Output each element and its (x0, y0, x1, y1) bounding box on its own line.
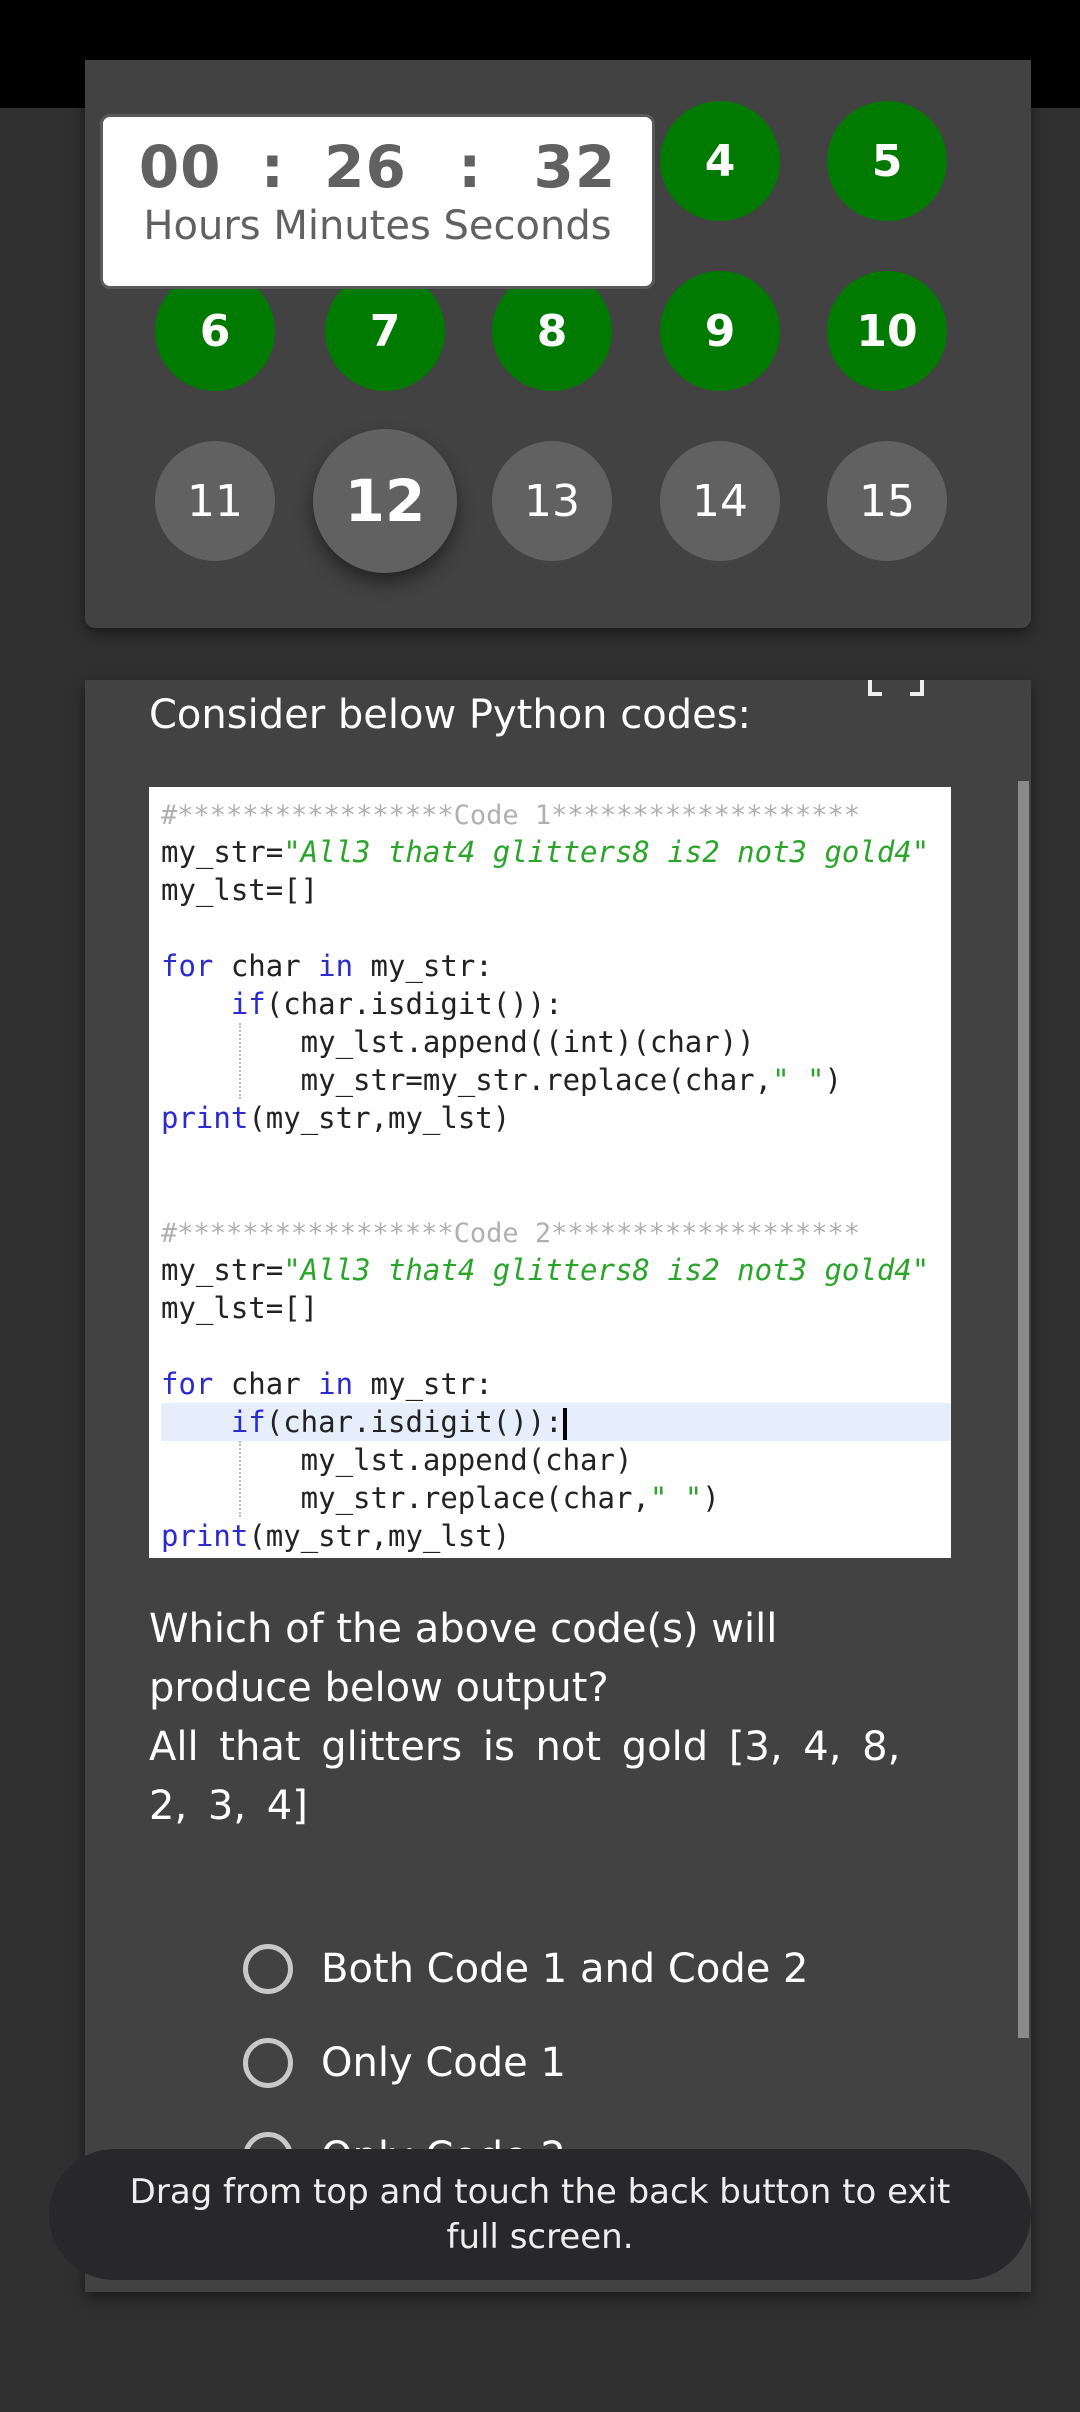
radio-button-icon[interactable] (243, 2038, 293, 2088)
code-line: my_lst.append(char) (161, 1441, 633, 1479)
code-token: in (318, 1367, 354, 1401)
radio-button-icon[interactable] (243, 1944, 293, 1994)
code-token: " " (649, 1481, 703, 1515)
timer-minutes-label: Minutes (273, 203, 431, 249)
timer-minutes: 26 (324, 133, 407, 201)
code-line: my_str="All3 that4 glitters8 is2 not3 go… (161, 1251, 929, 1289)
fullscreen-icon[interactable] (868, 680, 924, 698)
code-token: char (213, 949, 319, 983)
code-line: if(char.isdigit()): (161, 1403, 567, 1441)
code-line: my_lst=[] (161, 1289, 318, 1327)
code-token: (my_str,my_lst) (248, 1101, 511, 1135)
code-token: #*****************Code 1****************… (161, 800, 860, 831)
code-token: if (230, 987, 266, 1021)
text-cursor (562, 1408, 567, 1440)
timer-separator: : (458, 133, 483, 201)
question-intro: Consider below Python codes: (149, 692, 752, 738)
code-token: my_str.replace(char, (161, 1481, 650, 1515)
question-prompt: Which of the above code(s) will produce … (149, 1606, 778, 1711)
code-token: char (213, 1367, 319, 1401)
code-token: my_lst=[] (161, 1291, 319, 1325)
code-token: in (318, 949, 354, 983)
code-token: " " (772, 1063, 825, 1097)
code-token: my_lst.append(char) (161, 1443, 633, 1477)
question-5-button[interactable]: 5 (827, 101, 947, 221)
code-line: #*****************Code 1****************… (161, 795, 860, 833)
code-token: #*****************Code 2****************… (161, 1218, 860, 1249)
timer-separator: : (260, 133, 285, 201)
option-2[interactable]: Only Code 1 (243, 2033, 566, 2093)
code-line: if(char.isdigit()): (161, 985, 563, 1023)
code-token: (my_str,my_lst) (248, 1519, 511, 1553)
expected-output: All that glitters is not gold [3, 4, 8, … (149, 1724, 901, 1829)
code-line: print(my_str,my_lst) (161, 1517, 510, 1555)
option-1[interactable]: Both Code 1 and Code 2 (243, 1939, 808, 1999)
question-8-button[interactable]: 8 (492, 271, 612, 391)
code-line: my_str.replace(char," ") (161, 1479, 720, 1517)
question-7-button[interactable]: 7 (325, 271, 445, 391)
code-line: my_lst.append((int)(char)) (161, 1023, 755, 1061)
question-15-button[interactable]: 15 (827, 441, 947, 561)
code-token: my_str= (161, 1253, 284, 1287)
code-token: my_str: (353, 949, 493, 983)
code-token: my_str= (161, 835, 284, 869)
code-token: my_lst=[] (161, 873, 319, 907)
timer-seconds-label: Seconds (443, 203, 612, 249)
question-14-button[interactable]: 14 (660, 441, 780, 561)
question-text: Which of the above code(s) will produce … (149, 1600, 939, 1836)
timer-seconds: 32 (533, 133, 617, 201)
code-token: my_str=my_str.replace(char, (161, 1063, 773, 1097)
code-token: if (230, 1405, 266, 1439)
code-token: "All3 that4 glitters8 is2 not3 gold4" (283, 835, 930, 869)
code-line: for char in my_str: (161, 947, 493, 985)
code-token: my_str: (353, 1367, 493, 1401)
code-line: print(my_str,my_lst) (161, 1099, 510, 1137)
code-token: print (161, 1101, 249, 1135)
code-token: ) (824, 1063, 842, 1097)
question-10-button[interactable]: 10 (827, 271, 947, 391)
code-line: for char in my_str: (161, 1365, 493, 1403)
timer-hours-label: Hours (143, 203, 261, 249)
code-token: (char.isdigit()): (265, 1405, 563, 1439)
question-13-button[interactable]: 13 (492, 441, 612, 561)
code-token: ) (702, 1481, 720, 1515)
code-line: my_str="All3 that4 glitters8 is2 not3 go… (161, 833, 929, 871)
code-line: my_lst=[] (161, 871, 318, 909)
code-line: #*****************Code 2****************… (161, 1213, 860, 1251)
code-token: for (161, 1367, 214, 1401)
code-image: #*****************Code 1****************… (149, 787, 951, 1558)
fullscreen-toast: Drag from top and touch the back button … (49, 2149, 1031, 2280)
option-label: Both Code 1 and Code 2 (321, 1946, 809, 1992)
code-token: (char.isdigit()): (265, 987, 563, 1021)
question-6-button[interactable]: 6 (155, 271, 275, 391)
question-12-button[interactable]: 12 (313, 429, 457, 573)
code-line: my_str=my_str.replace(char," ") (161, 1061, 842, 1099)
question-4-button[interactable]: 4 (660, 101, 780, 221)
option-label: Only Code 1 (321, 2040, 566, 2086)
countdown-timer: 00 : 26 : 32 Hours Minutes Seconds (100, 114, 655, 289)
code-token: for (161, 949, 214, 983)
code-token: print (161, 1519, 249, 1553)
code-token: my_lst.append((int)(char)) (161, 1025, 755, 1059)
timer-hours: 00 (138, 133, 222, 201)
code-token: "All3 that4 glitters8 is2 not3 gold4" (283, 1253, 930, 1287)
scrollbar[interactable] (1018, 781, 1029, 2038)
question-9-button[interactable]: 9 (660, 271, 780, 391)
question-11-button[interactable]: 11 (155, 441, 275, 561)
